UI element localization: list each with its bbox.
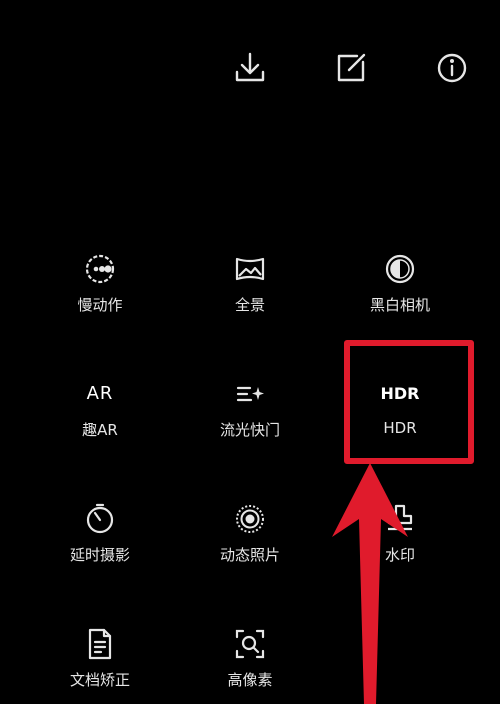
mode-fun-ar[interactable]: AR 趣AR — [25, 377, 175, 440]
mode-label: 动态照片 — [219, 546, 280, 564]
info-icon[interactable] — [432, 48, 472, 88]
time-lapse-icon — [83, 502, 117, 536]
ar-icon: AR — [86, 383, 114, 404]
download-icon[interactable] — [230, 48, 270, 88]
moving-picture-icon — [233, 502, 267, 536]
panorama-icon — [233, 252, 267, 286]
mode-label: 黑白相机 — [369, 296, 430, 314]
mode-document-scan[interactable]: 文档矫正 — [25, 627, 175, 690]
document-icon — [83, 627, 117, 661]
top-toolbar — [0, 0, 500, 110]
mode-light-painting[interactable]: 流光快门 — [175, 377, 325, 440]
mode-label: 延时摄影 — [69, 546, 130, 564]
pointer-arrow-icon — [332, 463, 408, 704]
mode-label: 流光快门 — [219, 421, 280, 439]
mode-slow-motion[interactable]: 慢动作 — [25, 252, 175, 315]
mode-label: 慢动作 — [77, 296, 123, 314]
mode-monochrome[interactable]: 黑白相机 — [325, 252, 475, 315]
light-painting-icon — [233, 377, 267, 411]
mode-time-lapse[interactable]: 延时摄影 — [25, 502, 175, 565]
mode-panorama[interactable]: 全景 — [175, 252, 325, 315]
mode-moving-picture[interactable]: 动态照片 — [175, 502, 325, 565]
mode-label: 全景 — [234, 296, 265, 314]
mode-label: 文档矫正 — [69, 671, 130, 689]
high-res-icon — [233, 627, 267, 661]
slow-motion-icon — [83, 252, 117, 286]
mode-label: 高像素 — [227, 671, 273, 689]
edit-icon[interactable] — [331, 48, 371, 88]
mode-high-res[interactable]: 高像素 — [175, 627, 325, 690]
hdr-highlight-box — [344, 340, 474, 464]
mode-label: 趣AR — [82, 421, 118, 439]
monochrome-icon — [383, 252, 417, 286]
